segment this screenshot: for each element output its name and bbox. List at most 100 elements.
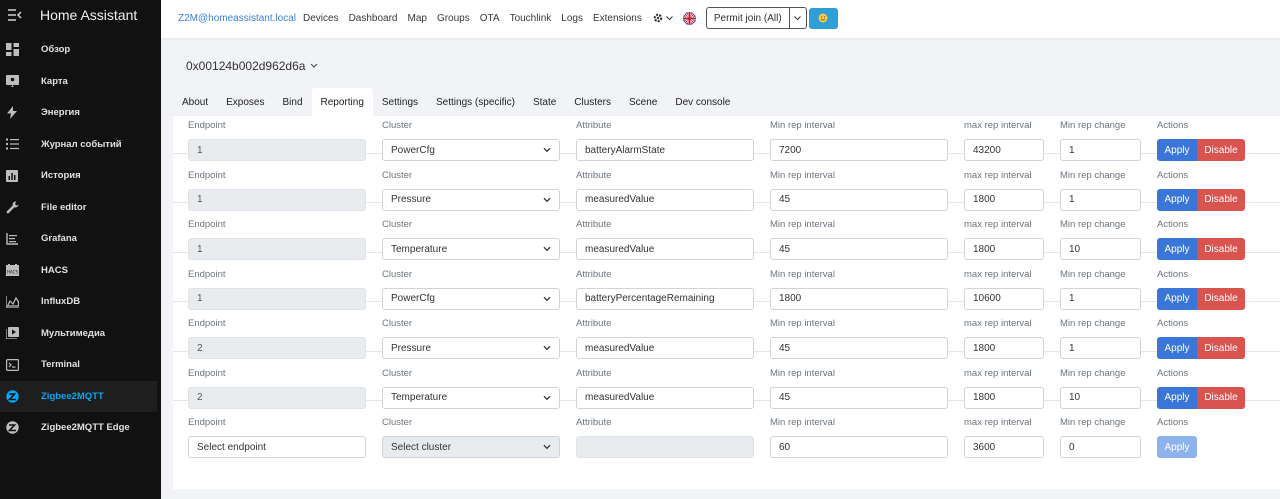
sidebar-item-label: HACS bbox=[41, 264, 68, 276]
min-rep-interval-input[interactable]: 60 bbox=[770, 436, 948, 458]
reporting-row: Endpoint Cluster Attribute Min rep interval… bbox=[173, 104, 1280, 161]
column-label-cluster: Cluster bbox=[382, 367, 413, 379]
sidebar-item-grafana[interactable]: Grafana bbox=[0, 223, 161, 255]
gear-icon bbox=[653, 13, 663, 23]
column-label-max-interval: max rep interval bbox=[964, 120, 1032, 131]
column-label-actions: Actions bbox=[1157, 219, 1189, 230]
column-label-attribute: Attribute bbox=[576, 417, 612, 428]
column-label-cluster: Cluster bbox=[382, 169, 413, 181]
nav-link-map[interactable]: Map bbox=[407, 13, 426, 24]
sidebar-item-file-editor[interactable]: File editor bbox=[0, 192, 161, 224]
reporting-row: Endpoint Cluster Attribute Min rep interval… bbox=[173, 352, 1280, 409]
column-label-min-change: Min rep change bbox=[1060, 367, 1126, 379]
column-label-cluster: Cluster bbox=[382, 268, 413, 280]
sidebar-item-label: Zigbee2MQTT Edge bbox=[41, 422, 130, 434]
sidebar-item-история[interactable]: История bbox=[0, 160, 161, 192]
column-label-attribute: Attribute bbox=[576, 268, 612, 280]
nav-link-ota[interactable]: OTA bbox=[480, 13, 500, 24]
max-rep-interval-input[interactable]: 3600 bbox=[964, 436, 1044, 458]
reporting-row: Endpoint Cluster Attribute Min rep interval… bbox=[173, 253, 1280, 310]
reporting-row: Endpoint Cluster Attribute Min rep interval… bbox=[173, 203, 1280, 260]
apply-button[interactable]: Apply bbox=[1157, 436, 1197, 458]
column-label-min-interval: Min rep interval bbox=[770, 219, 835, 230]
column-label-actions: Actions bbox=[1157, 417, 1189, 428]
column-label-max-interval: max rep interval bbox=[964, 219, 1032, 230]
permit-join-button[interactable]: Permit join (All) bbox=[705, 7, 790, 29]
app-title: Home Assistant bbox=[40, 7, 138, 23]
area-chart-icon bbox=[5, 295, 19, 309]
column-label-min-interval: Min rep interval bbox=[770, 318, 835, 329]
nav-link-touchlink[interactable]: Touchlink bbox=[510, 13, 552, 24]
nav-link-extensions[interactable]: Extensions bbox=[593, 13, 642, 24]
endpoint-select[interactable]: Select endpoint bbox=[188, 436, 366, 458]
sidebar-item-label: File editor bbox=[41, 201, 87, 213]
theme-toggle-button[interactable] bbox=[808, 7, 838, 29]
device-selector[interactable]: 0x00124b002d962d6a bbox=[186, 59, 318, 73]
hacs-icon: HACS bbox=[5, 263, 19, 277]
sidebar: Home Assistant Обзор Карта Энергия Журнал с… bbox=[0, 0, 161, 499]
sidebar-item-мультимедиа[interactable]: Мультимедиа bbox=[0, 318, 161, 350]
sidebar-list: Обзор Карта Энергия Журнал событий История Fi… bbox=[0, 34, 161, 444]
wrench-icon bbox=[5, 200, 19, 214]
column-label-min-interval: Min rep interval bbox=[770, 120, 835, 131]
sidebar-item-label: История bbox=[41, 170, 81, 182]
zigbee-icon bbox=[5, 421, 19, 435]
sidebar-item-label: Мультимедиа bbox=[41, 327, 106, 339]
sidebar-item-zigbee2mqtt[interactable]: Zigbee2MQTT bbox=[0, 380, 157, 412]
sidebar-item-terminal[interactable]: Terminal bbox=[0, 349, 161, 381]
sidebar-item-журнал-событий[interactable]: Журнал событий bbox=[0, 129, 161, 161]
column-label-min-change: Min rep change bbox=[1060, 318, 1126, 329]
column-label-min-change: Min rep change bbox=[1060, 417, 1126, 428]
sidebar-header: Home Assistant bbox=[0, 0, 161, 30]
map-icon bbox=[5, 74, 19, 88]
reporting-card: Endpoint Cluster Attribute Min rep interval… bbox=[173, 116, 1280, 489]
sidebar-item-label: Карта bbox=[41, 75, 68, 87]
chevron-down-icon bbox=[543, 443, 551, 451]
dashboard-icon bbox=[5, 43, 19, 57]
terminal-icon bbox=[5, 358, 19, 372]
collapse-menu-icon[interactable] bbox=[4, 8, 26, 22]
column-label-cluster: Cluster bbox=[382, 318, 413, 329]
column-label-endpoint: Endpoint bbox=[188, 417, 226, 428]
column-label-max-interval: max rep interval bbox=[964, 169, 1032, 181]
column-label-attribute: Attribute bbox=[576, 169, 612, 181]
column-label-min-change: Min rep change bbox=[1060, 268, 1126, 280]
smiley-icon bbox=[818, 13, 828, 23]
column-label-max-interval: max rep interval bbox=[964, 268, 1032, 280]
column-label-min-interval: Min rep interval bbox=[770, 169, 835, 181]
nav-link-groups[interactable]: Groups bbox=[437, 13, 470, 24]
column-label-endpoint: Endpoint bbox=[188, 120, 226, 131]
column-label-min-change: Min rep change bbox=[1060, 169, 1126, 181]
column-label-endpoint: Endpoint bbox=[188, 219, 226, 230]
attribute-field bbox=[576, 436, 754, 458]
chevron-down-icon bbox=[666, 15, 673, 20]
brand-link[interactable]: Z2M@homeassistant.local bbox=[178, 13, 296, 24]
nav-link-devices[interactable]: Devices bbox=[303, 13, 339, 24]
column-label-max-interval: max rep interval bbox=[964, 318, 1032, 329]
sidebar-item-энергия[interactable]: Энергия bbox=[0, 97, 161, 129]
nav-link-dashboard[interactable]: Dashboard bbox=[349, 13, 398, 24]
column-label-attribute: Attribute bbox=[576, 367, 612, 379]
column-label-actions: Actions bbox=[1157, 120, 1189, 131]
column-label-endpoint: Endpoint bbox=[188, 169, 226, 181]
sidebar-item-обзор[interactable]: Обзор bbox=[0, 34, 161, 66]
uk-flag-icon[interactable] bbox=[682, 11, 696, 25]
sidebar-item-label: Энергия bbox=[41, 107, 80, 119]
sidebar-item-hacs[interactable]: HACS HACS bbox=[0, 255, 161, 287]
column-label-actions: Actions bbox=[1157, 367, 1189, 379]
nav-link-logs[interactable]: Logs bbox=[561, 13, 583, 24]
sidebar-item-карта[interactable]: Карта bbox=[0, 66, 161, 98]
sidebar-item-influxdb[interactable]: InfluxDB bbox=[0, 286, 161, 318]
column-label-max-interval: max rep interval bbox=[964, 417, 1032, 428]
permit-join-group: Permit join (All) bbox=[705, 7, 807, 29]
permit-join-dropdown[interactable] bbox=[789, 7, 807, 29]
column-label-actions: Actions bbox=[1157, 169, 1189, 181]
sidebar-item-zigbee2mqtt-edge[interactable]: Zigbee2MQTT Edge bbox=[0, 412, 161, 444]
settings-dropdown[interactable] bbox=[652, 12, 673, 24]
min-rep-change-input[interactable]: 0 bbox=[1060, 436, 1141, 458]
sidebar-item-label: Grafana bbox=[41, 233, 77, 245]
column-label-cluster: Cluster bbox=[382, 417, 413, 428]
sidebar-item-label: Журнал событий bbox=[41, 138, 122, 150]
chevron-down-icon bbox=[794, 15, 802, 20]
list-icon bbox=[5, 137, 19, 151]
